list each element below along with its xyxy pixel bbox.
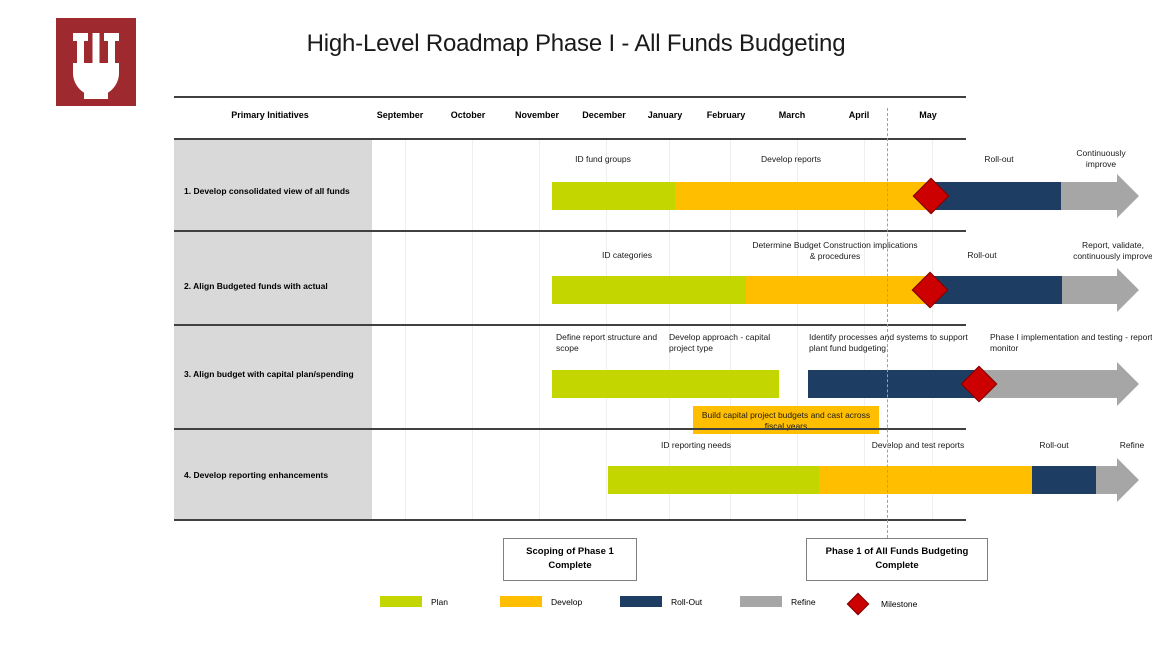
legend-item-plan: Plan — [380, 596, 448, 607]
legend-swatch-develop — [500, 596, 542, 607]
callout-phase1-complete: Phase 1 of All Funds Budgeting Complete — [806, 538, 988, 581]
row-divider-1 — [174, 230, 966, 232]
column-header-row: Primary Initiatives September October No… — [174, 96, 966, 134]
row-label-2: 2. Align Budgeted funds with actual — [184, 281, 328, 291]
phase-1-complete-divider — [887, 108, 888, 538]
column-header-march: March — [778, 110, 806, 120]
bar-r3-rollout[interactable] — [808, 370, 979, 398]
arrow-head-r3 — [1117, 362, 1139, 406]
bar-label-r2-develop: Determine Budget Construction implicatio… — [752, 240, 918, 262]
bar-r3-refine[interactable] — [979, 370, 1117, 398]
legend-diamond-milestone — [846, 592, 870, 616]
bar-label-r1-refine: Continuously improve — [1076, 148, 1126, 170]
bar-label-r4-refine: Refine — [1119, 440, 1145, 450]
row-label-3: 3. Align budget with capital plan/spendi… — [184, 369, 354, 379]
arrow-head-r1 — [1117, 174, 1139, 218]
page-title: High-Level Roadmap Phase I - All Funds B… — [306, 30, 846, 57]
bar-r1-rollout[interactable] — [931, 182, 1061, 210]
column-header-primary-initiatives: Primary Initiatives — [231, 110, 309, 120]
column-header-april: April — [848, 110, 870, 120]
bar-r2-rollout[interactable] — [930, 276, 1062, 304]
bar-r1-refine[interactable] — [1061, 182, 1117, 210]
arrow-head-r4 — [1117, 458, 1139, 502]
bar-label-r1-rollout: Roll-out — [984, 154, 1014, 164]
bar-r1-plan[interactable] — [552, 182, 675, 210]
bar-r2-refine[interactable] — [1062, 276, 1117, 304]
column-header-october: October — [450, 110, 486, 120]
bar-label-r3-refine: Phase I implementation and testing - rep… — [990, 332, 1152, 354]
bar-label-r2-rollout: Roll-out — [967, 250, 997, 260]
column-header-january: January — [647, 110, 683, 120]
gridline — [472, 140, 473, 520]
bar-r4-develop[interactable] — [819, 466, 1032, 494]
bar-label-r4-develop: Develop and test reports — [871, 440, 965, 450]
bar-label-r4-plan: ID reporting needs — [661, 440, 731, 450]
legend-item-develop: Develop — [500, 596, 582, 607]
bar-r4-refine[interactable] — [1096, 466, 1117, 494]
bar-label-r3-plan-b: Develop approach - capital project type — [669, 332, 771, 354]
column-header-february: February — [706, 110, 746, 120]
chart-bottom-rule — [174, 519, 966, 521]
bar-r2-develop[interactable] — [746, 276, 930, 304]
iu-logo — [56, 18, 136, 106]
legend-swatch-rollout — [620, 596, 662, 607]
bar-r3-plan[interactable] — [552, 370, 779, 398]
gridline — [405, 140, 406, 520]
bar-label-r3-rollout: Identify processes and systems to suppor… — [809, 332, 968, 354]
bar-r4-rollout[interactable] — [1032, 466, 1096, 494]
column-header-november: November — [514, 110, 560, 120]
column-header-december: December — [582, 110, 626, 120]
callout-2-line-1: Phase 1 of All Funds Budgeting — [825, 546, 969, 557]
gridline — [539, 140, 540, 520]
bar-label-r1-develop: Develop reports — [760, 154, 821, 164]
callout-1-line-1: Scoping of Phase 1 — [526, 546, 614, 557]
row-label-4: 4. Develop reporting enhancements — [184, 470, 329, 480]
bar-label-r3-plan-a: Define report structure and scope — [556, 332, 658, 354]
bar-r1-develop[interactable] — [675, 182, 931, 210]
row-label-1: 1. Develop consolidated view of all fund… — [184, 186, 350, 196]
column-header-september: September — [376, 110, 424, 120]
legend-swatch-refine — [740, 596, 782, 607]
callout-1-line-2: Complete — [548, 560, 592, 572]
legend-label-rollout: Roll-Out — [671, 596, 703, 607]
row-divider-2 — [174, 324, 966, 326]
legend-item-milestone: Milestone — [846, 592, 918, 616]
legend-label-plan: Plan — [431, 596, 449, 607]
row-divider-3 — [174, 428, 966, 430]
initiative-label-column: 1. Develop consolidated view of all fund… — [174, 140, 372, 520]
trident-icon — [73, 33, 119, 99]
legend-label-develop: Develop — [551, 596, 583, 607]
column-header-may: May — [919, 110, 937, 120]
roadmap-chart: Primary Initiatives September October No… — [174, 96, 1152, 521]
bar-r2-plan[interactable] — [552, 276, 746, 304]
callout-2-line-2: Complete — [875, 560, 919, 572]
gantt-plot-area: ID fund groups Develop reports Roll-out … — [174, 140, 1152, 520]
bar-r4-plan[interactable] — [608, 466, 819, 494]
callout-scoping-complete: Scoping of Phase 1 Complete — [503, 538, 637, 581]
legend: Plan Develop Roll-Out Refine Milestone — [380, 592, 940, 616]
legend-label-refine: Refine — [791, 596, 816, 607]
legend-swatch-plan — [380, 596, 422, 607]
bar-label-r4-rollout: Roll-out — [1039, 440, 1069, 450]
legend-label-milestone: Milestone — [881, 599, 918, 609]
bar-label-r2-plan: ID categories — [601, 250, 653, 260]
bar-label-r1-plan: ID fund groups — [575, 154, 631, 164]
legend-item-refine: Refine — [740, 596, 816, 607]
bar-label-r2-refine: Report, validate, continuously improve — [1073, 240, 1152, 262]
arrow-head-r2 — [1117, 268, 1139, 312]
legend-item-rollout: Roll-Out — [620, 596, 702, 607]
